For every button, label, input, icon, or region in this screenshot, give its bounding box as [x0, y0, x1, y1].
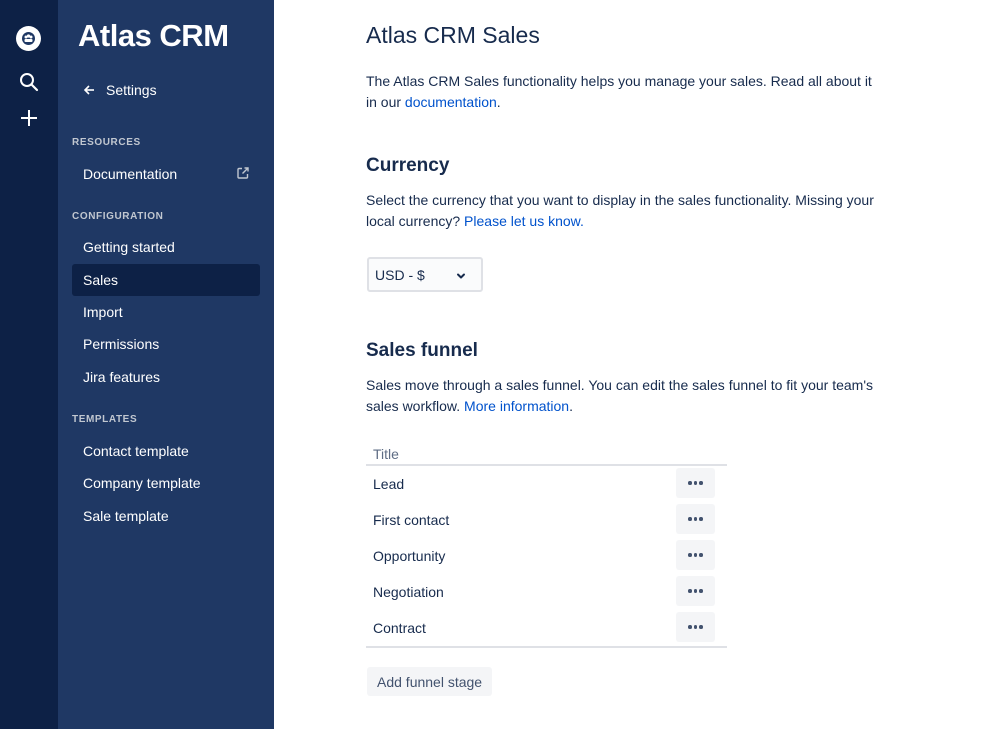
more-icon — [688, 481, 703, 485]
more-actions-button[interactable] — [676, 612, 715, 642]
section-title-configuration: CONFIGURATION — [72, 211, 164, 222]
sidebar-item-documentation[interactable]: Documentation — [72, 158, 260, 190]
table-divider — [366, 646, 727, 648]
more-icon — [688, 625, 703, 629]
arrow-left-icon — [83, 83, 96, 98]
table-row: Lead — [366, 466, 727, 502]
currency-select-value: USD - $ — [375, 266, 425, 283]
add-funnel-stage-button[interactable]: Add funnel stage — [367, 667, 493, 696]
sidebar-item-sales[interactable]: Sales — [72, 264, 260, 296]
sidebar-item-label: Sales — [83, 272, 119, 288]
table-row: Contract — [366, 610, 727, 646]
sidebar-item-label: Getting started — [83, 239, 175, 255]
sidebar-item-permissions[interactable]: Permissions — [72, 328, 260, 360]
brand-logo: Atlas CRM — [78, 18, 229, 53]
more-information-link[interactable]: More information — [464, 398, 569, 414]
sales-funnel-description: Sales move through a sales funnel. You c… — [366, 375, 886, 417]
sidebar-item-label: Company template — [83, 475, 201, 491]
funnel-stages-table: Title Lead First contact Opportunity Neg… — [366, 444, 727, 648]
sidebar-item-contact-template[interactable]: Contact template — [72, 435, 260, 467]
sidebar-item-company-template[interactable]: Company template — [72, 467, 260, 499]
table-row: First contact — [366, 502, 727, 538]
table-row: Negotiation — [366, 574, 727, 610]
stage-title: First contact — [373, 512, 450, 528]
sales-funnel-description-body: Sales move through a sales funnel. You c… — [366, 377, 873, 414]
intro-text-suffix: . — [496, 94, 501, 110]
sidebar-item-label: Permissions — [83, 336, 160, 352]
more-actions-button[interactable] — [676, 468, 715, 498]
request-currency-link[interactable]: Please let us know. — [464, 213, 584, 229]
intro-text: The Atlas CRM Sales functionality helps … — [366, 71, 886, 113]
global-nav-rail — [0, 0, 58, 729]
currency-heading: Currency — [366, 155, 450, 176]
stage-title: Lead — [373, 476, 405, 492]
more-icon — [688, 553, 703, 557]
currency-select[interactable]: USD - $ — [367, 257, 483, 292]
currency-description: Select the currency that you want to dis… — [366, 190, 886, 232]
sales-funnel-description-suffix: . — [569, 398, 573, 414]
sidebar-item-label: Contact template — [83, 443, 189, 459]
stage-title: Contract — [373, 620, 426, 636]
section-title-templates: TEMPLATES — [72, 414, 138, 425]
external-link-icon — [236, 166, 250, 180]
documentation-link[interactable]: documentation — [405, 94, 497, 110]
plus-icon[interactable] — [16, 105, 42, 131]
sidebar-item-label: Jira features — [83, 369, 161, 385]
currency-description-body: Select the currency that you want to dis… — [366, 192, 874, 229]
more-icon — [688, 517, 703, 521]
sidebar-item-label: Import — [83, 304, 123, 320]
atlas-logo-icon[interactable] — [16, 26, 41, 51]
section-title-resources: RESOURCES — [72, 137, 141, 148]
more-actions-button[interactable] — [676, 576, 715, 606]
table-row: Opportunity — [366, 538, 727, 574]
column-header-title: Title — [366, 444, 727, 466]
stage-title: Negotiation — [373, 584, 444, 600]
back-link-label: Settings — [106, 82, 157, 98]
sidebar-item-import[interactable]: Import — [72, 296, 260, 328]
more-actions-button[interactable] — [676, 540, 715, 570]
back-to-settings-link[interactable]: Settings — [83, 82, 157, 98]
sidebar-item-sale-template[interactable]: Sale template — [72, 500, 260, 532]
more-icon — [688, 589, 703, 593]
more-actions-button[interactable] — [676, 504, 715, 534]
chevron-down-icon — [455, 269, 467, 281]
sidebar-item-label: Sale template — [83, 508, 169, 524]
sidebar: Atlas CRM Settings RESOURCES Documentati… — [58, 0, 274, 729]
search-icon[interactable] — [16, 69, 42, 95]
sidebar-item-getting-started[interactable]: Getting started — [72, 231, 260, 263]
sales-funnel-heading: Sales funnel — [366, 340, 478, 361]
sidebar-item-label: Documentation — [83, 166, 178, 182]
sidebar-item-jira-features[interactable]: Jira features — [72, 361, 260, 393]
page-title: Atlas CRM Sales — [366, 22, 540, 48]
stage-title: Opportunity — [373, 548, 446, 564]
